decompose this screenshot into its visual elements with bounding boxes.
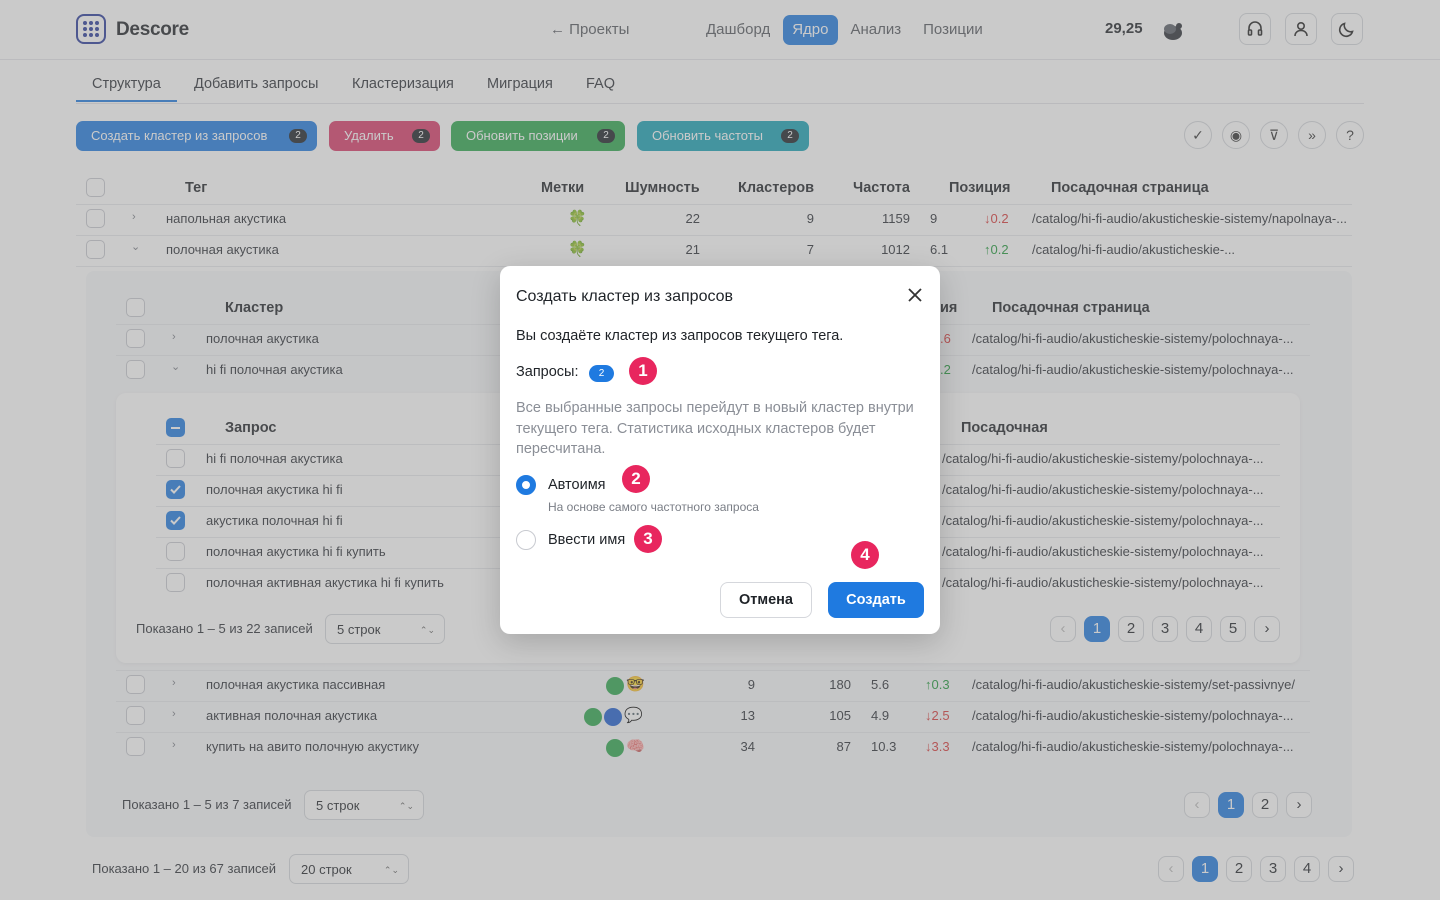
- create-button[interactable]: Создать: [828, 582, 924, 618]
- annotation-marker: 1: [629, 357, 657, 385]
- requests-count-badge: 2: [589, 365, 614, 382]
- auto-name-hint: На основе самого частотного запроса: [548, 500, 759, 514]
- manual-name-label[interactable]: Ввести имя: [548, 532, 625, 548]
- requests-label: Запросы:: [516, 364, 579, 380]
- annotation-marker: 4: [851, 541, 879, 569]
- annotation-marker: 2: [622, 465, 650, 493]
- manual-name-radio[interactable]: [516, 530, 536, 550]
- auto-name-radio[interactable]: [516, 475, 536, 495]
- dialog-title: Создать кластер из запросов: [516, 288, 734, 305]
- annotation-marker: 3: [634, 525, 662, 553]
- close-icon[interactable]: [906, 286, 924, 304]
- dialog-description: Вы создаёте кластер из запросов текущего…: [516, 328, 844, 344]
- cancel-button[interactable]: Отмена: [720, 582, 812, 618]
- dialog-note: Все выбранные запросы перейдут в новый к…: [516, 400, 914, 457]
- auto-name-label[interactable]: Автоимя: [548, 477, 606, 493]
- create-cluster-dialog: Создать кластер из запросов Вы создаёте …: [500, 266, 940, 634]
